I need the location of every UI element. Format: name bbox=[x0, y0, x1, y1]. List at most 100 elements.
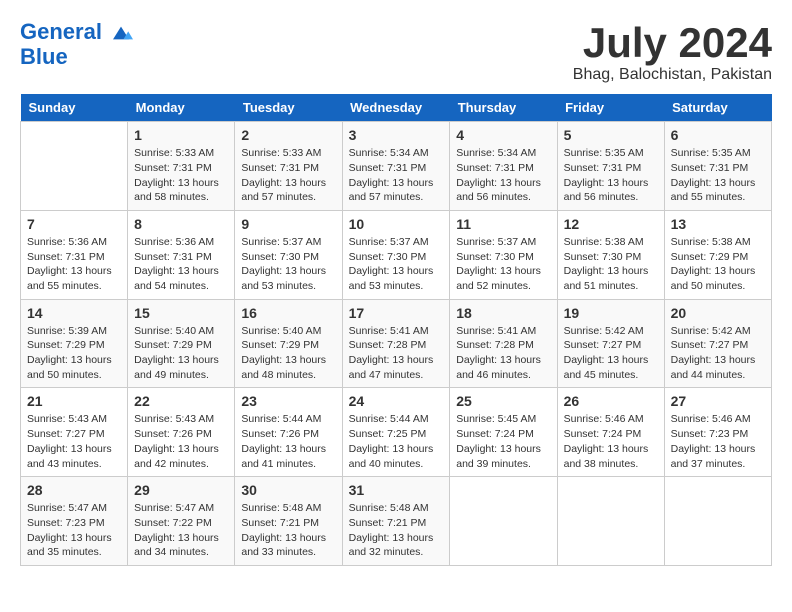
day-number: 15 bbox=[134, 305, 228, 321]
calendar-cell: 11 Sunrise: 5:37 AM Sunset: 7:30 PM Dayli… bbox=[450, 210, 557, 299]
day-info: Sunrise: 5:35 AM Sunset: 7:31 PM Dayligh… bbox=[564, 146, 658, 205]
page-header: General Blue July 2024 Bhag, Balochistan… bbox=[20, 20, 772, 84]
day-info: Sunrise: 5:38 AM Sunset: 7:29 PM Dayligh… bbox=[671, 235, 765, 294]
day-info: Sunrise: 5:48 AM Sunset: 7:21 PM Dayligh… bbox=[349, 501, 444, 560]
day-number: 6 bbox=[671, 127, 765, 143]
logo: General Blue bbox=[20, 20, 134, 69]
calendar-cell: 9Sunrise: 5:37 AM Sunset: 7:30 PM Daylig… bbox=[235, 210, 342, 299]
day-number: 29 bbox=[134, 482, 228, 498]
calendar-cell: 31 Sunrise: 5:48 AM Sunset: 7:21 PM Dayli… bbox=[342, 477, 450, 566]
day-info: Sunrise: 5:40 AM Sunset: 7:29 PM Dayligh… bbox=[134, 324, 228, 383]
day-number: 22 bbox=[134, 393, 228, 409]
day-info: Sunrise: 5:36 AM Sunset: 7:31 PM Dayligh… bbox=[27, 235, 121, 294]
calendar-cell: 14 Sunrise: 5:39 AM Sunset: 7:29 PM Dayli… bbox=[21, 299, 128, 388]
calendar-cell: 13Sunrise: 5:38 AM Sunset: 7:29 PM Dayli… bbox=[664, 210, 771, 299]
day-info: Sunrise: 5:42 AM Sunset: 7:27 PM Dayligh… bbox=[671, 324, 765, 383]
day-info: Sunrise: 5:34 AM Sunset: 7:31 PM Dayligh… bbox=[349, 146, 444, 205]
week-row-2: 7 Sunrise: 5:36 AM Sunset: 7:31 PM Daylig… bbox=[21, 210, 772, 299]
day-info: Sunrise: 5:35 AM Sunset: 7:31 PM Dayligh… bbox=[671, 146, 765, 205]
calendar-cell: 10Sunrise: 5:37 AM Sunset: 7:30 PM Dayli… bbox=[342, 210, 450, 299]
week-row-3: 14 Sunrise: 5:39 AM Sunset: 7:29 PM Dayli… bbox=[21, 299, 772, 388]
day-number: 5 bbox=[564, 127, 658, 143]
day-info: Sunrise: 5:41 AM Sunset: 7:28 PM Dayligh… bbox=[349, 324, 444, 383]
day-info: Sunrise: 5:48 AM Sunset: 7:21 PM Dayligh… bbox=[241, 501, 335, 560]
calendar-cell: 5 Sunrise: 5:35 AM Sunset: 7:31 PM Daylig… bbox=[557, 122, 664, 211]
calendar-cell: 8Sunrise: 5:36 AM Sunset: 7:31 PM Daylig… bbox=[128, 210, 235, 299]
day-number: 7 bbox=[27, 216, 121, 232]
month-title: July 2024 bbox=[573, 20, 772, 66]
day-info: Sunrise: 5:46 AM Sunset: 7:23 PM Dayligh… bbox=[671, 412, 765, 471]
day-info: Sunrise: 5:43 AM Sunset: 7:26 PM Dayligh… bbox=[134, 412, 228, 471]
day-number: 11 bbox=[456, 216, 550, 232]
day-number: 19 bbox=[564, 305, 658, 321]
day-number: 4 bbox=[456, 127, 550, 143]
day-number: 9 bbox=[241, 216, 335, 232]
week-row-1: 1 Sunrise: 5:33 AM Sunset: 7:31 PM Daylig… bbox=[21, 122, 772, 211]
day-number: 24 bbox=[349, 393, 444, 409]
day-info: Sunrise: 5:33 AM Sunset: 7:31 PM Dayligh… bbox=[241, 146, 335, 205]
calendar-cell bbox=[664, 477, 771, 566]
day-info: Sunrise: 5:37 AM Sunset: 7:30 PM Dayligh… bbox=[349, 235, 444, 294]
header-tuesday: Tuesday bbox=[235, 94, 342, 122]
day-number: 20 bbox=[671, 305, 765, 321]
header-monday: Monday bbox=[128, 94, 235, 122]
header-row: SundayMondayTuesdayWednesdayThursdayFrid… bbox=[21, 94, 772, 122]
day-info: Sunrise: 5:38 AM Sunset: 7:30 PM Dayligh… bbox=[564, 235, 658, 294]
calendar-cell: 18Sunrise: 5:41 AM Sunset: 7:28 PM Dayli… bbox=[450, 299, 557, 388]
calendar-cell: 17 Sunrise: 5:41 AM Sunset: 7:28 PM Dayli… bbox=[342, 299, 450, 388]
day-info: Sunrise: 5:46 AM Sunset: 7:24 PM Dayligh… bbox=[564, 412, 658, 471]
calendar-cell: 26 Sunrise: 5:46 AM Sunset: 7:24 PM Dayli… bbox=[557, 388, 664, 477]
calendar-cell: 6 Sunrise: 5:35 AM Sunset: 7:31 PM Daylig… bbox=[664, 122, 771, 211]
week-row-4: 21 Sunrise: 5:43 AM Sunset: 7:27 PM Dayli… bbox=[21, 388, 772, 477]
calendar-cell: 21 Sunrise: 5:43 AM Sunset: 7:27 PM Dayli… bbox=[21, 388, 128, 477]
calendar-cell: 23 Sunrise: 5:44 AM Sunset: 7:26 PM Dayli… bbox=[235, 388, 342, 477]
calendar-cell: 25Sunrise: 5:45 AM Sunset: 7:24 PM Dayli… bbox=[450, 388, 557, 477]
day-number: 25 bbox=[456, 393, 550, 409]
title-block: July 2024 Bhag, Balochistan, Pakistan bbox=[573, 20, 772, 84]
calendar-cell: 22 Sunrise: 5:43 AM Sunset: 7:26 PM Dayli… bbox=[128, 388, 235, 477]
calendar-table: SundayMondayTuesdayWednesdayThursdayFrid… bbox=[20, 94, 772, 566]
calendar-cell: 24 Sunrise: 5:44 AM Sunset: 7:25 PM Dayli… bbox=[342, 388, 450, 477]
calendar-cell: 19 Sunrise: 5:42 AM Sunset: 7:27 PM Dayli… bbox=[557, 299, 664, 388]
calendar-cell: 20 Sunrise: 5:42 AM Sunset: 7:27 PM Dayli… bbox=[664, 299, 771, 388]
day-info: Sunrise: 5:37 AM Sunset: 7:30 PM Dayligh… bbox=[456, 235, 550, 294]
calendar-cell bbox=[557, 477, 664, 566]
day-number: 28 bbox=[27, 482, 121, 498]
day-info: Sunrise: 5:43 AM Sunset: 7:27 PM Dayligh… bbox=[27, 412, 121, 471]
day-number: 23 bbox=[241, 393, 335, 409]
day-number: 16 bbox=[241, 305, 335, 321]
day-number: 2 bbox=[241, 127, 335, 143]
calendar-cell: 30 Sunrise: 5:48 AM Sunset: 7:21 PM Dayli… bbox=[235, 477, 342, 566]
location: Bhag, Balochistan, Pakistan bbox=[573, 66, 772, 84]
day-info: Sunrise: 5:47 AM Sunset: 7:23 PM Dayligh… bbox=[27, 501, 121, 560]
day-info: Sunrise: 5:36 AM Sunset: 7:31 PM Dayligh… bbox=[134, 235, 228, 294]
calendar-cell: 3Sunrise: 5:34 AM Sunset: 7:31 PM Daylig… bbox=[342, 122, 450, 211]
calendar-cell: 27 Sunrise: 5:46 AM Sunset: 7:23 PM Dayli… bbox=[664, 388, 771, 477]
day-number: 14 bbox=[27, 305, 121, 321]
day-info: Sunrise: 5:47 AM Sunset: 7:22 PM Dayligh… bbox=[134, 501, 228, 560]
day-number: 1 bbox=[134, 127, 228, 143]
calendar-cell: 29 Sunrise: 5:47 AM Sunset: 7:22 PM Dayli… bbox=[128, 477, 235, 566]
header-saturday: Saturday bbox=[664, 94, 771, 122]
day-number: 17 bbox=[349, 305, 444, 321]
day-number: 18 bbox=[456, 305, 550, 321]
calendar-cell: 15 Sunrise: 5:40 AM Sunset: 7:29 PM Dayli… bbox=[128, 299, 235, 388]
calendar-cell: 4Sunrise: 5:34 AM Sunset: 7:31 PM Daylig… bbox=[450, 122, 557, 211]
logo-blue: Blue bbox=[20, 45, 134, 69]
day-info: Sunrise: 5:40 AM Sunset: 7:29 PM Dayligh… bbox=[241, 324, 335, 383]
day-number: 30 bbox=[241, 482, 335, 498]
day-info: Sunrise: 5:42 AM Sunset: 7:27 PM Dayligh… bbox=[564, 324, 658, 383]
day-info: Sunrise: 5:39 AM Sunset: 7:29 PM Dayligh… bbox=[27, 324, 121, 383]
logo-text: General bbox=[20, 20, 134, 45]
day-number: 31 bbox=[349, 482, 444, 498]
week-row-5: 28 Sunrise: 5:47 AM Sunset: 7:23 PM Dayli… bbox=[21, 477, 772, 566]
day-number: 12 bbox=[564, 216, 658, 232]
day-info: Sunrise: 5:44 AM Sunset: 7:25 PM Dayligh… bbox=[349, 412, 444, 471]
day-number: 21 bbox=[27, 393, 121, 409]
header-sunday: Sunday bbox=[21, 94, 128, 122]
day-number: 26 bbox=[564, 393, 658, 409]
day-info: Sunrise: 5:44 AM Sunset: 7:26 PM Dayligh… bbox=[241, 412, 335, 471]
header-friday: Friday bbox=[557, 94, 664, 122]
header-thursday: Thursday bbox=[450, 94, 557, 122]
day-number: 27 bbox=[671, 393, 765, 409]
